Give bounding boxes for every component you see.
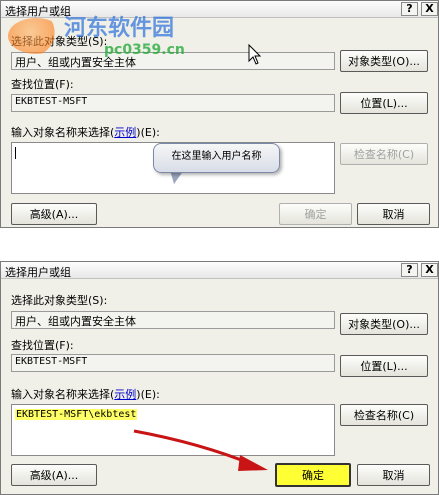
watermark-url: pc0359.cn [104, 42, 185, 58]
help-button[interactable]: ? [401, 263, 418, 277]
location-label: 查找位置(F): [11, 78, 74, 91]
names-label-suffix: )(E): [136, 388, 160, 401]
locations-button[interactable]: 位置(L)... [340, 92, 428, 114]
check-names-button[interactable]: 检查名称(C) [340, 143, 428, 165]
title-bar: 选择用户或组 ? X [1, 262, 438, 279]
cancel-button[interactable]: 取消 [357, 464, 430, 486]
entered-object-name: EKBTEST-MSFT\ekbtest [15, 409, 138, 420]
input-hint-tooltip: 在这里输入用户名称 [153, 143, 280, 173]
object-type-label: 选择此对象类型(S): [11, 294, 108, 307]
names-label-prefix: 输入对象名称来选择( [11, 388, 115, 401]
site-watermark: 河东软件园 pc0359.cn [8, 2, 238, 60]
locations-button[interactable]: 位置(L)... [340, 355, 428, 377]
names-label: 输入对象名称来选择(示例)(E): [11, 124, 160, 140]
dialog-title: 选择用户或组 [5, 266, 71, 279]
close-button[interactable]: X [421, 263, 438, 277]
location-label: 查找位置(F): [11, 339, 74, 352]
names-label-prefix: 输入对象名称来选择( [11, 126, 115, 139]
location-field: EKBTEST-MSFT [11, 94, 335, 112]
object-type-field: 用户、组或内置安全主体 [11, 311, 335, 329]
ok-button[interactable]: 确定 [275, 463, 351, 487]
location-field: EKBTEST-MSFT [11, 354, 335, 372]
examples-link[interactable]: 示例 [114, 388, 136, 401]
object-types-button[interactable]: 对象类型(O)... [340, 50, 428, 72]
annotation-arrow-icon [133, 429, 268, 471]
ok-button[interactable]: 确定 [279, 203, 352, 225]
examples-link[interactable]: 示例 [114, 126, 136, 139]
names-label: 输入对象名称来选择(示例)(E): [11, 386, 160, 402]
object-types-button[interactable]: 对象类型(O)... [340, 313, 428, 335]
cancel-button[interactable]: 取消 [357, 203, 430, 225]
check-names-button[interactable]: 检查名称(C) [340, 404, 428, 426]
names-label-suffix: )(E): [136, 126, 160, 139]
watermark-logo-icon [8, 18, 64, 54]
help-button[interactable]: ? [401, 2, 418, 16]
advanced-button[interactable]: 高级(A)... [11, 464, 97, 486]
close-button[interactable]: X [421, 2, 438, 16]
mouse-pointer-icon [248, 44, 262, 65]
watermark-name: 河东软件园 [64, 15, 175, 41]
text-caret [15, 147, 16, 159]
advanced-button[interactable]: 高级(A)... [11, 203, 97, 225]
